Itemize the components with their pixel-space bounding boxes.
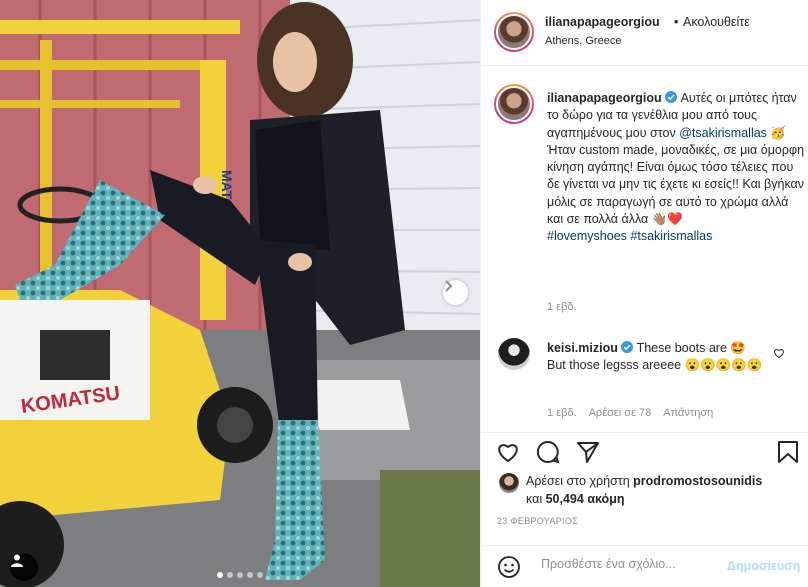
- wave-heart-emoji: 👋🏽❤️: [651, 212, 683, 227]
- carousel-indicator: [0, 572, 480, 578]
- surprised-emoji: 😮😮😮😮😮: [684, 358, 763, 373]
- commenter-avatar[interactable]: [498, 338, 530, 370]
- liker-avatar[interactable]: [499, 473, 519, 493]
- likes-prefix: Αρέσει στο χρήστη: [526, 474, 630, 488]
- add-comment-bar: Δημοσίευση: [481, 545, 808, 587]
- carousel-dot: [227, 572, 233, 578]
- carousel-dot: [237, 572, 243, 578]
- following-button[interactable]: Ακολουθείτε: [683, 15, 750, 29]
- reply-button[interactable]: Απάντηση: [663, 407, 713, 419]
- comment-bubble-icon: [536, 440, 560, 464]
- likes-summary: Αρέσει στο χρήστη prodromostosounidis κα…: [481, 468, 808, 510]
- hashtag-link[interactable]: #lovemyshoes: [547, 229, 627, 243]
- likes-and: και: [526, 492, 543, 506]
- likes-count[interactable]: 50,494: [546, 492, 584, 506]
- comment-text: keisi.miziou These boots are 🤩 But those…: [547, 340, 767, 375]
- user-icon: [11, 554, 23, 567]
- verified-badge-icon: [665, 91, 678, 103]
- emoji-picker-button[interactable]: [497, 555, 521, 582]
- comment-button[interactable]: [535, 439, 561, 465]
- separator-dot: •: [674, 15, 679, 29]
- commenter-username[interactable]: keisi.miziou: [547, 341, 618, 355]
- mention-link[interactable]: @tsakirismallas: [679, 126, 767, 140]
- likes-line-2: και 50,494 ακόμη: [526, 492, 624, 506]
- action-bar: [481, 432, 808, 468]
- author-username[interactable]: ilianapapageorgiou: [545, 15, 660, 29]
- share-button[interactable]: [575, 439, 601, 465]
- likes-suffix[interactable]: ακόμη: [587, 492, 624, 506]
- carousel-dot: [217, 572, 223, 578]
- comment-meta: 1 εβδ. Αρέσει σε 78 Απάντηση: [547, 407, 713, 419]
- smiley-icon: [498, 556, 520, 578]
- author-avatar[interactable]: [494, 12, 534, 52]
- comment-likes[interactable]: Αρέσει σε 78: [589, 407, 652, 419]
- chevron-right-icon: [445, 280, 453, 292]
- bookmark-icon: [778, 441, 798, 463]
- location-link[interactable]: Athens, Greece: [545, 35, 621, 47]
- post-header: ilianapapageorgiou • Ακολουθείτε Athens,…: [481, 0, 808, 66]
- photo-illustration: MATSU KOMATSU: [0, 0, 480, 587]
- save-button[interactable]: [775, 439, 801, 465]
- carousel-dot: [257, 572, 263, 578]
- carousel-dot: [247, 572, 253, 578]
- comment-body-2: But those legsss areeee: [547, 358, 682, 373]
- post-photo[interactable]: MATSU KOMATSU: [0, 0, 480, 587]
- star-eyes-emoji: 🤩: [730, 341, 746, 355]
- post-date[interactable]: 23 ΦΕΒΡΟΥΑΡΙΟΣ: [497, 516, 578, 526]
- hashtag-link[interactable]: #tsakirismallas: [630, 229, 712, 243]
- likes-line-1: Αρέσει στο χρήστη prodromostosounidis: [526, 474, 762, 488]
- post-comment-button[interactable]: Δημοσίευση: [727, 559, 800, 573]
- post-side-panel: ilianapapageorgiou • Ακολουθείτε Athens,…: [480, 0, 808, 587]
- comments-section[interactable]: ilianapapageorgiou Αυτές οι μπότες ήταν …: [481, 66, 808, 432]
- caption-text: ilianapapageorgiou Αυτές οι μπότες ήταν …: [547, 90, 805, 246]
- comment-input[interactable]: [541, 557, 721, 571]
- like-button[interactable]: [495, 439, 521, 465]
- heart-icon: [498, 444, 518, 463]
- paper-plane-icon: [577, 442, 599, 463]
- heart-icon: [774, 349, 784, 359]
- like-comment-button[interactable]: [773, 347, 785, 362]
- next-photo-button[interactable]: [443, 280, 468, 305]
- caption-avatar[interactable]: [494, 84, 534, 124]
- comment-body-1: These boots are: [636, 341, 727, 355]
- caption-timestamp[interactable]: 1 εβδ.: [547, 301, 577, 313]
- verified-badge-icon: [621, 341, 634, 353]
- liker-username[interactable]: prodromostosounidis: [633, 474, 762, 488]
- party-emoji: 🥳: [770, 125, 786, 140]
- caption-username[interactable]: ilianapapageorgiou: [547, 91, 662, 105]
- comment-timestamp[interactable]: 1 εβδ.: [547, 407, 577, 419]
